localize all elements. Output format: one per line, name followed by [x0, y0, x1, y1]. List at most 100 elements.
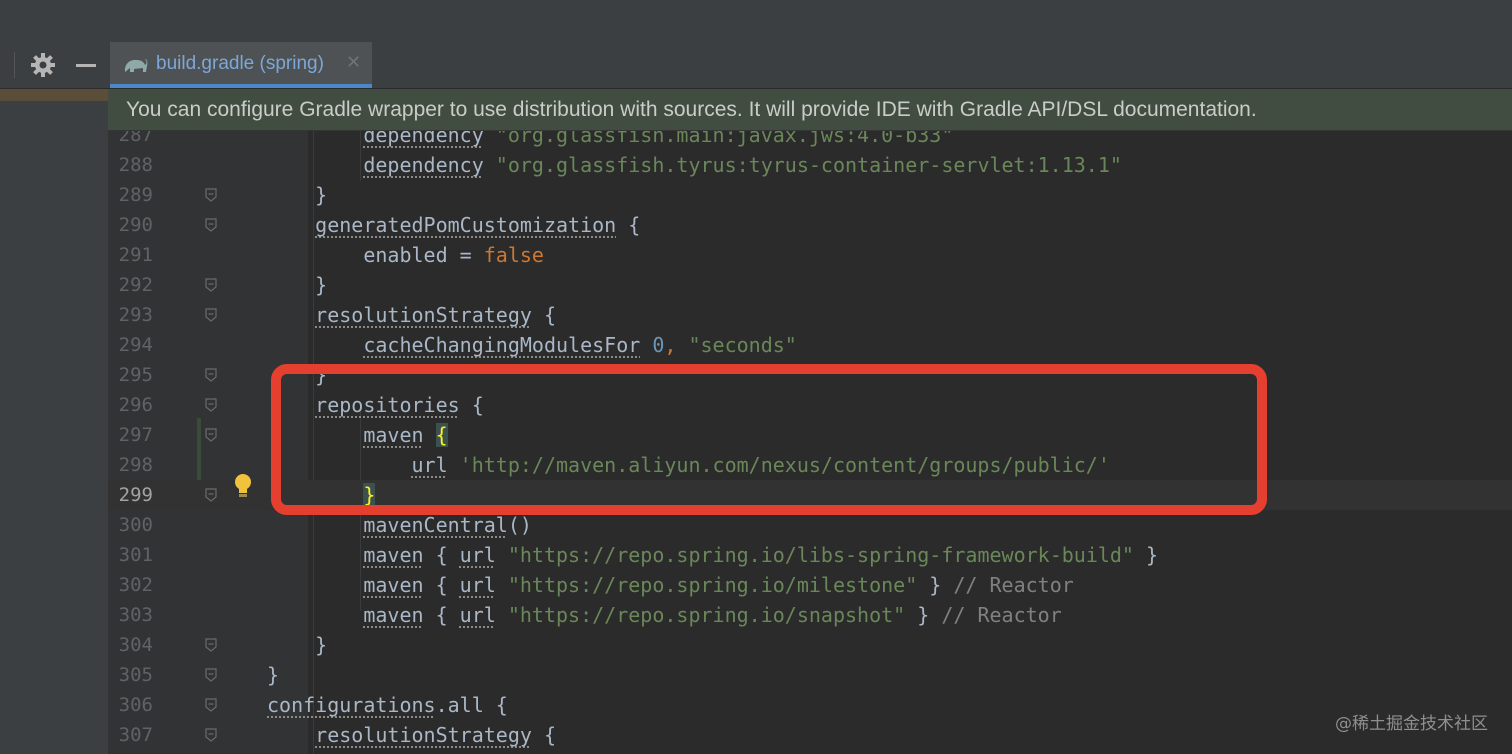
code-token: mavenCentral: [363, 513, 508, 537]
highlight-annotation-box: [271, 364, 1267, 515]
code-line[interactable]: 292 }: [108, 270, 1512, 300]
code-line[interactable]: 293 resolutionStrategy {: [108, 300, 1512, 330]
code-text: }: [267, 180, 327, 210]
line-number: 305: [118, 664, 153, 686]
code-text: configurations.all {: [267, 690, 508, 720]
line-number: 287: [118, 131, 153, 146]
code-text: maven { url "https://repo.spring.io/snap…: [267, 600, 1062, 630]
code-text: dependency "org.glassfish.main:javax.jws…: [267, 131, 953, 150]
fold-marker-icon[interactable]: [205, 218, 217, 232]
line-number: 307: [118, 724, 153, 746]
code-line[interactable]: 303 maven { url "https://repo.spring.io/…: [108, 600, 1512, 630]
code-text: generatedPomCustomization {: [267, 210, 640, 240]
code-token: "https://repo.spring.io/snapshot": [507, 603, 906, 627]
code-token: resolutionStrategy: [315, 303, 532, 327]
gear-icon[interactable]: [30, 52, 56, 78]
code-line[interactable]: 291 enabled = false: [108, 240, 1512, 270]
code-token: cacheChangingModulesFor: [363, 333, 641, 357]
code-token: }: [315, 183, 328, 207]
code-token: maven: [363, 543, 424, 567]
code-text: maven { url "https://repo.spring.io/mile…: [267, 570, 1074, 600]
code-token: {: [616, 213, 641, 237]
code-token: {: [423, 603, 460, 627]
title-bar: [0, 0, 1512, 43]
line-number: 294: [118, 334, 153, 356]
tool-window-strip: [0, 89, 108, 754]
fold-marker-icon[interactable]: [205, 728, 217, 742]
code-token: generatedPomCustomization: [315, 213, 617, 237]
code-text: enabled = false: [267, 240, 544, 270]
fold-marker-icon[interactable]: [205, 368, 217, 382]
fold-marker-icon[interactable]: [205, 638, 217, 652]
code-text: }: [267, 270, 327, 300]
line-number: 301: [118, 544, 153, 566]
code-token: resolutionStrategy: [315, 723, 532, 747]
code-token: }: [905, 603, 942, 627]
code-token: "https://repo.spring.io/milestone": [507, 573, 918, 597]
code-token: dependency: [363, 131, 484, 147]
line-number: 297: [118, 424, 153, 446]
code-text: }: [267, 630, 327, 660]
line-number: 299: [118, 484, 153, 506]
code-token: }: [315, 273, 328, 297]
code-text: dependency "org.glassfish.tyrus:tyrus-co…: [267, 150, 1122, 180]
code-line[interactable]: 287 dependency "org.glassfish.main:javax…: [108, 131, 1512, 150]
code-line[interactable]: 301 maven { url "https://repo.spring.io/…: [108, 540, 1512, 570]
code-line[interactable]: 305}: [108, 660, 1512, 690]
code-line[interactable]: 307 resolutionStrategy {: [108, 720, 1512, 750]
code-line[interactable]: 290 generatedPomCustomization {: [108, 210, 1512, 240]
code-token: "https://repo.spring.io/libs-spring-fram…: [507, 543, 1134, 567]
fold-marker-icon[interactable]: [205, 188, 217, 202]
code-token: maven: [363, 573, 424, 597]
close-icon[interactable]: ✕: [346, 52, 361, 73]
line-number: 300: [118, 514, 153, 536]
code-token: }: [315, 633, 328, 657]
code-token: "seconds": [688, 333, 797, 357]
code-token: {: [531, 303, 557, 327]
fold-marker-icon[interactable]: [205, 308, 217, 322]
highlight-stripe: [0, 89, 108, 101]
fold-marker-icon[interactable]: [205, 488, 217, 502]
code-token: }: [917, 573, 954, 597]
code-token: false: [483, 243, 544, 267]
code-line[interactable]: 306 configurations.all {: [108, 690, 1512, 720]
lightbulb-icon[interactable]: [232, 473, 254, 499]
line-number: 288: [118, 154, 153, 176]
line-number: 306: [118, 694, 153, 716]
code-line[interactable]: 304 }: [108, 630, 1512, 660]
code-line[interactable]: 294 cacheChangingModulesFor 0, "seconds": [108, 330, 1512, 360]
code-text: resolutionStrategy {: [267, 720, 556, 750]
fold-marker-icon[interactable]: [205, 398, 217, 412]
fold-marker-icon[interactable]: [205, 428, 217, 442]
code-line[interactable]: 289 }: [108, 180, 1512, 210]
line-number: 295: [118, 364, 153, 386]
divider: [14, 52, 15, 78]
line-number: 289: [118, 184, 153, 206]
code-token: maven: [363, 603, 424, 627]
line-number: 298: [118, 454, 153, 476]
gradle-elephant-icon: [124, 59, 148, 72]
code-token: }: [1133, 543, 1159, 567]
code-token: url: [459, 573, 496, 597]
tab-build-gradle[interactable]: build.gradle (spring) ✕: [110, 42, 372, 88]
minus-icon[interactable]: [76, 64, 96, 67]
code-token: // Reactor: [953, 573, 1074, 597]
line-number: 292: [118, 274, 153, 296]
code-token: }: [267, 663, 280, 687]
fold-marker-icon[interactable]: [205, 698, 217, 712]
gradle-wrapper-notification[interactable]: You can configure Gradle wrapper to use …: [108, 89, 1512, 131]
watermark: @稀土掘金技术社区: [1335, 714, 1488, 734]
code-token: {: [423, 543, 460, 567]
code-line[interactable]: 302 maven { url "https://repo.spring.io/…: [108, 570, 1512, 600]
fold-marker-icon[interactable]: [205, 278, 217, 292]
code-token: // Reactor: [941, 603, 1062, 627]
code-text: cacheChangingModulesFor 0, "seconds": [267, 330, 797, 360]
line-number: 296: [118, 394, 153, 416]
fold-marker-icon[interactable]: [205, 668, 217, 682]
code-line[interactable]: 288 dependency "org.glassfish.tyrus:tyru…: [108, 150, 1512, 180]
tab-title: build.gradle (spring): [156, 53, 324, 74]
